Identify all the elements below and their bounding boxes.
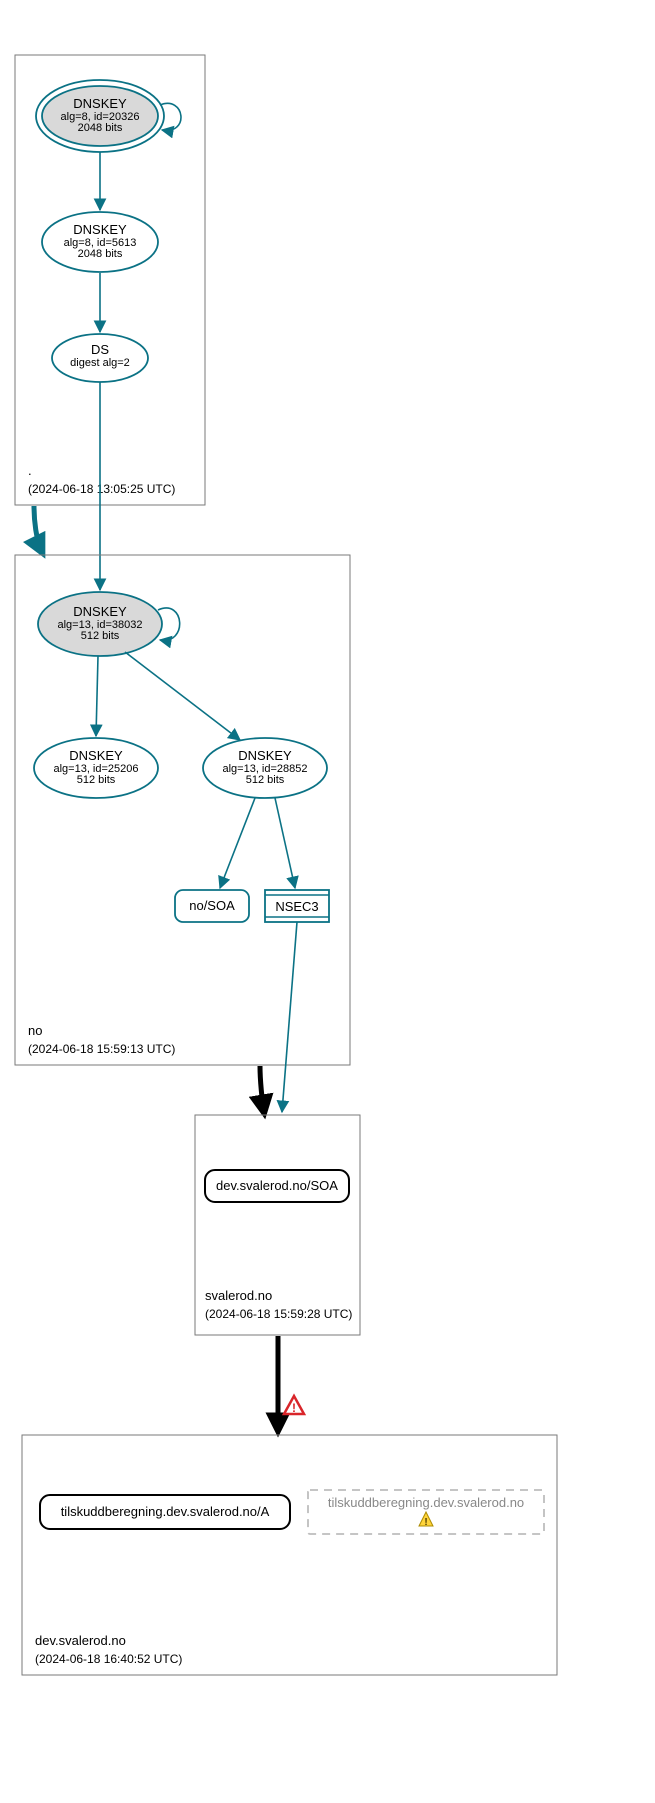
no-nsec3: NSEC3 (265, 890, 329, 922)
zone-no-label: no (28, 1023, 42, 1038)
dev-a-label: tilskuddberegning.dev.svalerod.no/A (61, 1504, 270, 1519)
zone-no-timestamp: (2024-06-18 15:59:13 UTC) (28, 1042, 175, 1056)
svg-text:!: ! (292, 1401, 296, 1415)
warning-error-icon: ! (284, 1396, 304, 1415)
no-dnskey-zsk2: DNSKEY alg=13, id=28852 512 bits (203, 738, 327, 798)
no-zsk1-line2: 512 bits (77, 774, 116, 786)
root-dnskey-ksk: DNSKEY alg=8, id=20326 2048 bits (36, 80, 164, 152)
no-soa: no/SOA (175, 890, 249, 922)
no-zsk2-title: DNSKEY (238, 748, 292, 763)
no-nsec3-label: NSEC3 (275, 899, 318, 914)
root-ksk-line2: 2048 bits (78, 122, 123, 134)
dev-missing-domain: tilskuddberegning.dev.svalerod.no ! (308, 1490, 544, 1534)
zone-svalerod: dev.svalerod.no/SOA svalerod.no (2024-06… (195, 1115, 360, 1335)
dev-a-record: tilskuddberegning.dev.svalerod.no/A (40, 1495, 290, 1529)
no-dnskey-zsk1: DNSKEY alg=13, id=25206 512 bits (34, 738, 158, 798)
root-zsk-title: DNSKEY (73, 222, 127, 237)
root-ksk-title: DNSKEY (73, 96, 127, 111)
edge-nsec3-to-svalerod (282, 922, 297, 1112)
zone-root: DNSKEY alg=8, id=20326 2048 bits DNSKEY … (15, 55, 205, 505)
zone-root-timestamp: (2024-06-18 13:05:25 UTC) (28, 482, 175, 496)
zone-dev-label: dev.svalerod.no (35, 1633, 126, 1648)
svalerod-soa: dev.svalerod.no/SOA (205, 1170, 349, 1202)
zone-dev-timestamp: (2024-06-18 16:40:52 UTC) (35, 1652, 182, 1666)
no-ksk-line2: 512 bits (81, 630, 120, 642)
edge-no-zsk2-to-soa (220, 798, 255, 888)
svalerod-soa-label: dev.svalerod.no/SOA (216, 1178, 338, 1193)
edge-delegation-root-to-no (34, 506, 42, 552)
edge-no-ksk-to-zsk2 (125, 652, 240, 740)
no-dnskey-ksk: DNSKEY alg=13, id=38032 512 bits (38, 592, 162, 656)
edge-no-ksk-to-zsk1 (96, 656, 98, 736)
root-ds-title: DS (91, 342, 109, 357)
zone-svalerod-label: svalerod.no (205, 1288, 272, 1303)
zone-svalerod-timestamp: (2024-06-18 15:59:28 UTC) (205, 1307, 352, 1321)
root-ds: DS digest alg=2 (52, 334, 148, 382)
edge-delegation-no-to-svalerod (260, 1066, 264, 1112)
root-zsk-line2: 2048 bits (78, 248, 123, 260)
no-zsk2-line2: 512 bits (246, 774, 285, 786)
root-dnskey-zsk: DNSKEY alg=8, id=5613 2048 bits (42, 212, 158, 272)
no-ksk-title: DNSKEY (73, 604, 127, 619)
no-zsk1-title: DNSKEY (69, 748, 123, 763)
zone-dev-svalerod: tilskuddberegning.dev.svalerod.no/A tils… (22, 1435, 557, 1675)
svg-text:!: ! (424, 1517, 427, 1528)
zone-no: DNSKEY alg=13, id=38032 512 bits DNSKEY … (15, 555, 350, 1065)
zone-root-label: . (28, 463, 32, 478)
no-soa-label: no/SOA (189, 898, 235, 913)
edge-no-zsk2-to-nsec3 (275, 798, 295, 888)
dev-missing-label: tilskuddberegning.dev.svalerod.no (328, 1495, 524, 1510)
dnssec-trust-tree: DNSKEY alg=8, id=20326 2048 bits DNSKEY … (0, 0, 655, 1803)
root-ds-line1: digest alg=2 (70, 357, 130, 369)
